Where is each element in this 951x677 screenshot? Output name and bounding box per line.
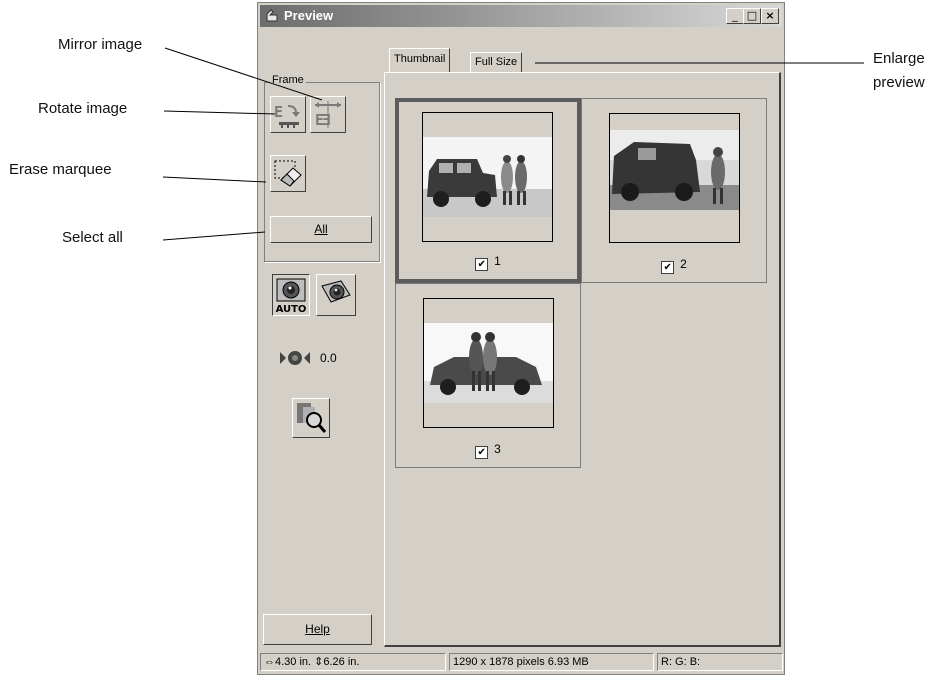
callout-enlarge-preview-1: Enlarge [873, 50, 925, 67]
width-arrow-icon: ⇔ [264, 656, 275, 668]
rotate-image-icon: E [274, 103, 300, 128]
thumbnail-checkbox-row: ✔ 1 [399, 254, 577, 271]
preview-window: Preview _ □ × Frame E E E All AUTO 0.0 H… [257, 2, 785, 675]
minimize-button[interactable]: _ [726, 8, 744, 24]
thumbnail-frame [423, 298, 554, 428]
tab-thumbnail[interactable]: Thumbnail [389, 48, 451, 72]
manual-exposure-button[interactable] [316, 274, 356, 316]
thumbnail-frame [422, 112, 553, 242]
callout-select-all: Select all [62, 229, 123, 246]
exposure-indicator-icon [280, 351, 310, 365]
callout-enlarge-preview-2: preview [873, 74, 925, 91]
mirror-image-icon: E E [315, 101, 341, 129]
maximize-button[interactable]: □ [743, 8, 761, 24]
select-all-label: All [314, 222, 328, 236]
auto-exposure-icon: AUTO [276, 278, 307, 315]
window-title: Preview [284, 8, 334, 23]
eraser-icon [274, 160, 302, 187]
callout-erase-marquee: Erase marquee [9, 161, 112, 178]
thumbnail-checkbox-row: ✔ 2 [582, 257, 766, 274]
thumbnail-photo [423, 137, 552, 217]
thumbnail-frame [609, 113, 740, 243]
svg-text:E: E [322, 111, 331, 129]
frame-group-label: Frame [270, 74, 306, 86]
thumbnail-number: 2 [680, 257, 687, 271]
auto-exposure-button[interactable]: AUTO [272, 274, 310, 316]
close-button[interactable]: × [761, 8, 779, 24]
exposure-camera-icon [321, 280, 351, 303]
status-dimensions: ⇔4.30 in. ⇕6.26 in. [260, 653, 446, 671]
erase-marquee-button[interactable] [270, 155, 306, 192]
thumbnail-panel: ✔ 1 ✔ 2 ✔ 3 [384, 72, 781, 647]
title-bar: Preview _ □ × [260, 5, 782, 27]
status-bar: ⇔4.30 in. ⇕6.26 in. 1290 x 1878 pixels 6… [260, 652, 783, 672]
select-all-button[interactable]: All [270, 216, 372, 243]
thumbnail-3-checkbox[interactable]: ✔ [475, 446, 489, 459]
mirror-image-button[interactable]: E E [310, 96, 346, 133]
zoom-preview-button[interactable] [292, 398, 330, 438]
exposure-value: 0.0 [320, 351, 337, 365]
help-button[interactable]: Help [263, 614, 372, 645]
status-pixels: 1290 x 1878 pixels 6.93 MB [449, 653, 654, 671]
callout-rotate-image: Rotate image [38, 100, 128, 117]
svg-text:E: E [274, 103, 283, 121]
help-label: Help [305, 622, 330, 636]
thumbnail-3[interactable]: ✔ 3 [395, 283, 581, 468]
status-width: 4.30 in. [275, 656, 312, 668]
thumbnail-number: 3 [494, 442, 501, 456]
thumbnail-1-checkbox[interactable]: ✔ [475, 258, 489, 271]
thumbnail-2[interactable]: ✔ 2 [581, 98, 767, 283]
svg-text:AUTO: AUTO [276, 304, 307, 315]
height-arrow-icon: ⇕ [314, 656, 324, 668]
magnifier-icon [297, 403, 327, 433]
tab-thumbnail-label: Thumbnail [394, 53, 446, 65]
rotate-image-button[interactable]: E [270, 96, 306, 133]
thumbnail-photo [424, 323, 553, 403]
thumbnail-number: 1 [494, 254, 501, 268]
thumbnail-photo [610, 130, 739, 210]
thumbnail-2-checkbox[interactable]: ✔ [661, 261, 675, 274]
tab-full-size-label: Full Size [475, 56, 518, 68]
callout-mirror-image: Mirror image [58, 36, 143, 53]
status-rgb: R: G: B: [657, 653, 783, 671]
scanner-app-icon [266, 9, 278, 22]
thumbnail-checkbox-row: ✔ 3 [396, 442, 580, 459]
tab-full-size[interactable]: Full Size [470, 52, 523, 72]
status-height: 6.26 in. [323, 656, 360, 668]
thumbnail-1[interactable]: ✔ 1 [395, 98, 581, 283]
